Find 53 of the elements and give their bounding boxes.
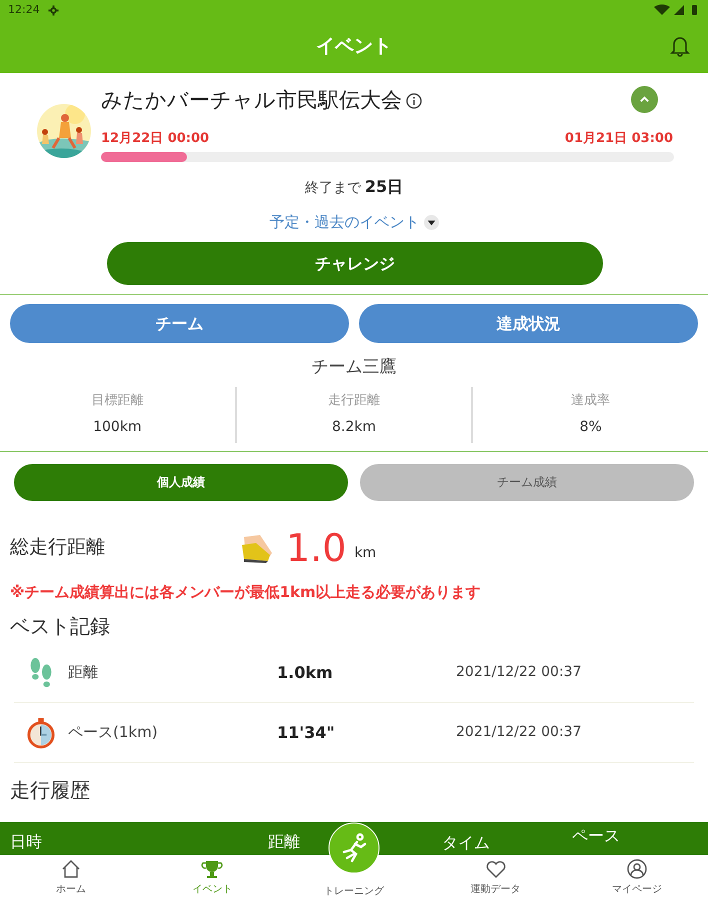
- record-value: 11'34": [277, 722, 336, 744]
- team-button[interactable]: 達成状況: [359, 304, 698, 343]
- stat-value: 8%: [580, 418, 602, 437]
- collapse-button[interactable]: [631, 86, 658, 113]
- nav-tab[interactable]: ホーム: [0, 855, 142, 900]
- record-label: ペース(1km): [68, 722, 159, 744]
- challenge-button[interactable]: チャレンジ: [107, 242, 603, 285]
- stat-value: 8.2km: [332, 418, 376, 437]
- trophy-icon: [201, 858, 224, 880]
- section-title: ベスト記録: [9, 613, 111, 640]
- section-title: 走行履歴: [9, 777, 91, 804]
- status-icons: [654, 4, 700, 16]
- heart-icon: [484, 858, 507, 880]
- team-button[interactable]: チーム: [10, 304, 349, 343]
- column-header: 日時: [10, 831, 42, 853]
- record-date: 2021/12/22 00:37: [456, 663, 582, 682]
- nav-tab[interactable]: イベント: [142, 855, 284, 900]
- home-icon: [60, 858, 82, 880]
- stopwatch-icon: [27, 716, 55, 748]
- column-header: 距離: [268, 831, 300, 853]
- gear-icon: [48, 4, 59, 16]
- events-link[interactable]: 予定・過去のイベント: [270, 211, 420, 234]
- column-header: タイム: [442, 832, 490, 854]
- nav-tab[interactable]: マイページ: [566, 855, 708, 900]
- stat-value: 100km: [93, 418, 142, 437]
- requirement-note: ※チーム成績算出には各メンバーが最低1km以上走る必要があります: [9, 582, 482, 602]
- distance-unit: km: [354, 544, 376, 563]
- nav-tab[interactable]: 運動データ: [424, 855, 566, 900]
- team-name: チーム三鷹: [310, 356, 398, 379]
- total-distance: 1.0: [286, 528, 346, 566]
- remaining-days: 25日: [364, 175, 404, 199]
- stat-label: 達成率: [571, 392, 610, 410]
- dropdown-icon[interactable]: [424, 214, 438, 230]
- nav-tab[interactable]: トレーニング: [283, 855, 425, 900]
- record-date: 2021/12/22 00:37: [456, 723, 582, 742]
- stat-label: 走行距離: [328, 392, 380, 410]
- result-tab[interactable]: チーム成績: [360, 464, 694, 500]
- record-label: 距離: [68, 662, 99, 684]
- remaining-label: 終了まで: [304, 179, 361, 198]
- result-tab[interactable]: 個人成績: [14, 464, 348, 500]
- total-label: 総走行距離: [10, 535, 106, 560]
- user-icon: [626, 858, 648, 880]
- record-value: 1.0km: [277, 662, 334, 684]
- column-header: ペース: [572, 825, 620, 847]
- end-date: 01月21日 03:00: [564, 130, 673, 148]
- app-title: イベント: [316, 34, 392, 60]
- runner-icon[interactable]: [328, 822, 380, 874]
- clock-time: 12:24: [8, 2, 40, 18]
- bell-icon[interactable]: [670, 35, 690, 57]
- event-title: みたかバーチャル市民駅伝大会: [101, 87, 402, 114]
- stat-label: 目標距離: [91, 392, 144, 410]
- start-date: 12月22日 00:00: [101, 130, 210, 148]
- info-icon[interactable]: [406, 92, 422, 109]
